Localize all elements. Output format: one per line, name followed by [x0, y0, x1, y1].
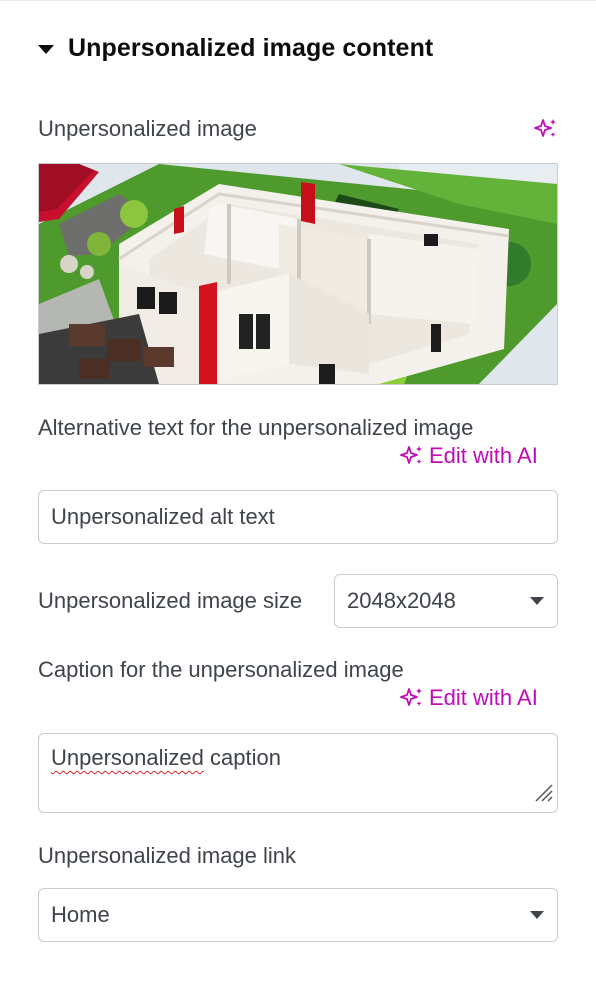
sparkle-icon [400, 446, 422, 464]
resize-handle-icon[interactable] [532, 781, 554, 809]
chevron-down-icon [530, 911, 544, 919]
image-link-label: Unpersonalized image link [38, 843, 297, 868]
caption-textarea[interactable]: Unpersonalized caption [38, 733, 558, 813]
caption-label: Caption for the unpersonalized image [38, 657, 404, 682]
top-divider [0, 0, 596, 1]
edit-with-ai-label: Edit with AI [429, 443, 538, 468]
image-size-value: 2048x2048 [347, 588, 456, 613]
edit-with-ai-label: Edit with AI [429, 685, 538, 710]
caption-value: caption [203, 745, 281, 770]
unpersonalized-image-preview[interactable] [38, 163, 558, 385]
image-label: Unpersonalized image [38, 116, 257, 141]
caption-edit-with-ai-link[interactable]: Edit with AI [400, 685, 538, 711]
image-content-panel: Unpersonalized image content Unpersonali… [0, 0, 596, 984]
section-header-toggle[interactable]: Unpersonalized image content [38, 30, 433, 66]
sparkle-icon[interactable] [534, 117, 558, 146]
chevron-down-icon [530, 597, 544, 605]
misspelled-word: Unpersonalized [51, 745, 204, 770]
alt-text-label: Alternative text for the unpersonalized … [38, 415, 474, 440]
house-model-image [39, 164, 557, 384]
image-link-value: Home [51, 902, 110, 927]
alt-text-input[interactable]: Unpersonalized alt text [38, 490, 558, 544]
alt-text-value: Unpersonalized alt text [51, 504, 275, 529]
section-title: Unpersonalized image content [68, 33, 434, 62]
image-size-label: Unpersonalized image size [38, 588, 303, 613]
image-size-select[interactable]: 2048x2048 [334, 574, 558, 628]
sparkle-icon [400, 688, 422, 706]
caret-down-icon [38, 44, 54, 54]
alt-text-edit-with-ai-link[interactable]: Edit with AI [400, 443, 538, 469]
image-link-select[interactable]: Home [38, 888, 558, 942]
